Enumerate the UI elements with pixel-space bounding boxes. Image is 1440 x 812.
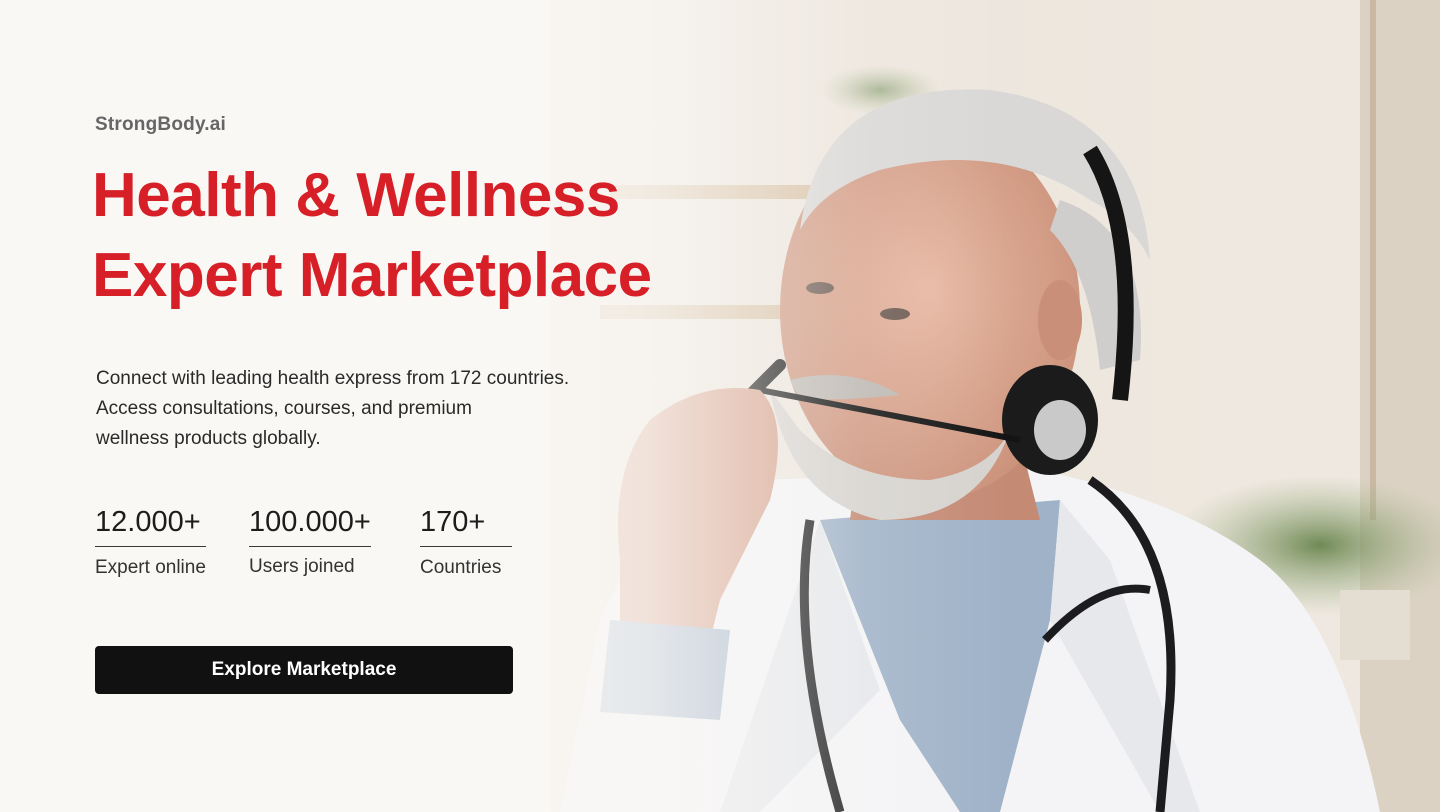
stat-users: 100.000+ Users joined xyxy=(249,500,371,578)
headline-line-2: Expert Marketplace xyxy=(92,241,652,310)
page-title: Health & Wellness Expert Marketplace xyxy=(92,156,652,316)
stat-countries: 170+ Countries xyxy=(420,500,512,579)
headline-line-1: Health & Wellness xyxy=(92,161,620,230)
brand-name: StrongBody.ai xyxy=(95,114,227,135)
stat-value: 12.000+ xyxy=(95,500,206,547)
stat-label: Expert online xyxy=(95,557,206,578)
stat-label: Countries xyxy=(420,557,502,578)
stat-experts: 12.000+ Expert online xyxy=(95,500,206,579)
description-line-1: Connect with leading health express from… xyxy=(96,368,570,389)
stat-label: Users joined xyxy=(249,556,355,577)
description-line-3: wellness products globally. xyxy=(96,428,321,449)
description-line-2: Access consultations, courses, and premi… xyxy=(96,398,472,419)
hero-description: Connect with leading health express from… xyxy=(96,364,636,454)
explore-marketplace-button[interactable]: Explore Marketplace xyxy=(95,646,513,694)
stat-value: 170+ xyxy=(420,500,512,547)
hero-section: StrongBody.ai Health & Wellness Expert M… xyxy=(0,0,760,812)
stat-value: 100.000+ xyxy=(249,500,371,547)
